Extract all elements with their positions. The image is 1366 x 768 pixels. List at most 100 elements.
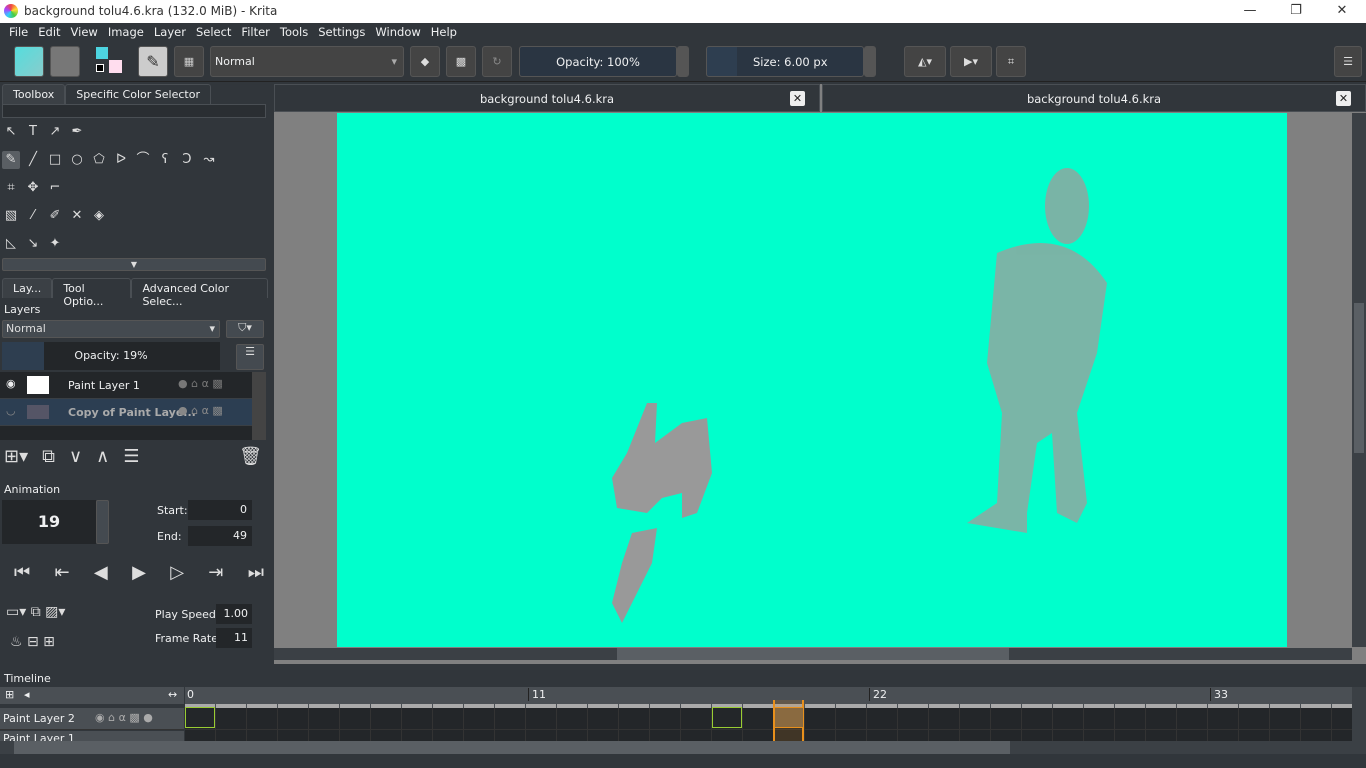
opacity-slider[interactable]: Opacity: 100% [519,46,677,77]
dynamic-brush-tool-icon[interactable]: Ↄ [178,151,196,169]
previous-keyframe-icon[interactable]: ⇤ [55,562,70,583]
document-tab-2[interactable]: background tolu4.6.kra ✕ [822,84,1366,112]
move-tool-icon[interactable]: ✥ [24,179,42,197]
polyline-tool-icon[interactable]: ᐅ [112,151,130,169]
timeline-layer-row[interactable]: Paint Layer 2 ◉ ⌂ α ▩ ● [0,708,184,730]
transform-tool-icon[interactable]: ⌗ [2,179,20,197]
end-field[interactable]: 49 [188,526,252,546]
reset-colors-icon[interactable] [96,64,104,72]
line-tool-icon[interactable]: ╱ [24,151,42,169]
foreground-color-swatch[interactable] [96,47,108,59]
dockers-menu-icon[interactable]: ☰ [1334,46,1362,77]
duplicate-layer-icon[interactable]: ⧉ [42,446,55,467]
size-slider[interactable]: Size: 6.00 px [706,46,864,77]
timeline-horizontal-scrollbar[interactable] [0,741,1352,754]
timeline-frames-grid[interactable] [185,708,1352,741]
menu-help[interactable]: Help [426,23,462,42]
reload-preset-icon[interactable]: ↻ [482,46,512,77]
layers-scrollbar[interactable] [252,372,266,440]
gradient-tool-icon[interactable]: ▧ [2,207,20,225]
document-tab-1[interactable]: background tolu4.6.kra ✕ [274,84,820,112]
layer-row-selected[interactable]: ◡ Copy of Paint Laye... ● ⌂ α ▩ [0,399,252,426]
freehand-path-tool-icon[interactable]: ʕ [156,151,174,169]
last-frame-icon[interactable]: ⏭ [248,562,264,583]
multibrush-tool-icon[interactable]: ↝ [200,151,218,169]
brush-tool-icon[interactable]: ✎ [2,151,20,169]
onion-skin-icon[interactable]: ◂ [24,688,30,701]
bezier-tool-icon[interactable]: ⌒ [134,151,152,169]
rectangle-tool-icon[interactable]: □ [46,151,64,169]
zoom-frames-icon[interactable]: ↔ [168,688,177,701]
calligraphy-tool-icon[interactable]: ↗ [46,123,64,141]
menu-layer[interactable]: Layer [149,23,191,42]
workspace-button[interactable]: ▦ [174,46,204,77]
assistant-tool-icon[interactable]: ✒ [68,123,86,141]
delete-layer-icon[interactable]: 🗑 [239,446,262,467]
current-frame-field[interactable]: 19 [2,500,96,544]
canvas[interactable] [337,113,1287,647]
brush-preset-button[interactable]: ✎ [138,46,168,77]
menu-edit[interactable]: Edit [33,23,65,42]
reference-tool-icon[interactable]: ↘ [24,235,42,253]
tab-tool-options[interactable]: Tool Optio... [52,278,132,308]
mirror-horizontal-icon[interactable]: ◭▾ [904,46,946,77]
next-keyframe-icon[interactable]: ⇥ [208,562,223,583]
add-layer-icon[interactable]: ⊞ [5,688,14,701]
visibility-off-icon[interactable]: ◡ [6,404,16,417]
lock-icons[interactable]: ● ⌂ α ▩ [178,377,223,390]
layer-filter-button[interactable]: ⛉▾ [226,320,264,338]
add-layer-icon[interactable]: ⊞▾ [4,446,28,467]
play-icon[interactable]: ▶ [132,562,146,583]
gradient-preset-button[interactable] [14,46,44,77]
blend-mode-dropdown[interactable]: Normal ▾ [210,46,404,77]
polygon-tool-icon[interactable]: ⬠ [90,151,108,169]
onion-skin-controls[interactable]: ▭▾ ⧉ ▨▾ [6,604,65,620]
layer-properties-button[interactable]: ☰ [236,344,264,370]
canvas-vertical-scrollbar[interactable] [1352,113,1366,647]
menu-settings[interactable]: Settings [313,23,370,42]
tab-layers[interactable]: Lay... [2,278,53,298]
menu-window[interactable]: Window [370,23,425,42]
frame-rate-field[interactable]: 11 [216,628,252,648]
move-layer-down-icon[interactable]: ∨ [69,446,82,467]
next-frame-icon[interactable]: ▷ [170,562,184,583]
eraser-icon[interactable]: ◆ [410,46,440,77]
menu-image[interactable]: Image [103,23,149,42]
move-layer-up-icon[interactable]: ∧ [96,446,109,467]
menu-view[interactable]: View [66,23,103,42]
fill-tool-icon[interactable]: ◈ [90,207,108,225]
wrap-around-icon[interactable]: ⌗ [996,46,1026,77]
menu-select[interactable]: Select [191,23,236,42]
menu-filter[interactable]: Filter [236,23,274,42]
alpha-lock-icon[interactable]: ▩ [446,46,476,77]
crop-tool-icon[interactable]: ⌐ [46,179,64,197]
frame-ruler[interactable]: 0 11 22 33 [185,687,1352,704]
layer-row[interactable]: ◉ Paint Layer 1 ● ⌂ α ▩ [0,372,252,399]
visibility-eye-icon[interactable]: ◉ [6,377,16,390]
first-frame-icon[interactable]: ⏮ [14,562,30,583]
menu-tools[interactable]: Tools [275,23,313,42]
smart-patch-icon[interactable]: ✐ [46,207,64,225]
layer-blend-dropdown[interactable]: Normal ▾ [2,320,220,338]
close-tab-icon[interactable]: ✕ [790,91,805,106]
tab-advanced-color-selector[interactable]: Advanced Color Selec... [131,278,268,308]
menu-file[interactable]: File [4,23,33,42]
pattern-button[interactable] [50,46,80,77]
timeline-layer-row[interactable]: Paint Layer 1 [0,731,184,741]
lock-icons[interactable]: ● ⌂ α ▩ [178,404,223,417]
timeline-vertical-scrollbar[interactable] [1352,687,1366,754]
color-picker-icon[interactable]: ⁄ [24,207,42,225]
minimize-button[interactable]: — [1227,0,1273,23]
tab-specific-color-selector[interactable]: Specific Color Selector [65,84,211,104]
timeline-layer-icons[interactable]: ◉ ⌂ α ▩ ● [95,711,153,724]
opacity-spinner[interactable] [677,46,689,77]
play-speed-field[interactable]: 1.00 [216,604,252,624]
start-field[interactable]: 0 [188,500,252,520]
mirror-vertical-icon[interactable]: ▶▾ [950,46,992,77]
keyframe[interactable] [712,707,742,728]
pattern-edit-icon[interactable]: ✕ [68,207,86,225]
background-color-swatch[interactable] [109,60,122,73]
toolbox-expand-button[interactable]: ▼ [2,258,266,271]
keyframe[interactable] [185,707,215,728]
maximize-button[interactable]: ❐ [1273,0,1319,23]
